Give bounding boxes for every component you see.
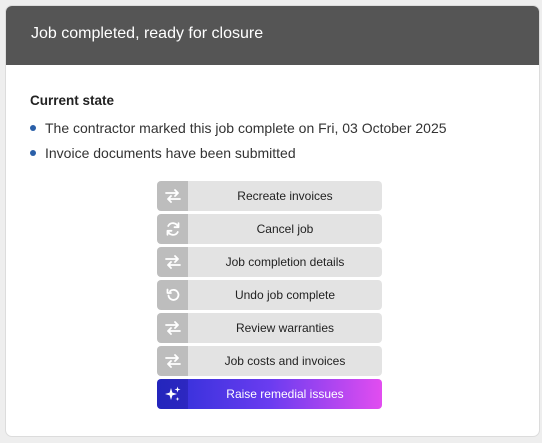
review-warranties-button[interactable]: Review warranties: [157, 313, 382, 343]
list-item: The contractor marked this job complete …: [30, 119, 447, 144]
undo-job-complete-button[interactable]: Undo job complete: [157, 280, 382, 310]
bullet-icon: [30, 150, 36, 156]
sparkle-icon: [157, 379, 188, 409]
refresh-icon: [157, 214, 188, 244]
card-title: Job completed, ready for closure: [31, 25, 264, 42]
list-item-text: The contractor marked this job complete …: [45, 120, 447, 136]
button-label: Raise remedial issues: [226, 387, 344, 401]
button-label: Review warranties: [188, 313, 382, 343]
card-header: Job completed, ready for closure: [6, 6, 539, 65]
cancel-job-button[interactable]: Cancel job: [157, 214, 382, 244]
raise-remedial-issues-button[interactable]: Raise remedial issues: [157, 379, 382, 409]
button-label: Job completion details: [188, 247, 382, 277]
button-label: Job costs and invoices: [188, 346, 382, 376]
list-item-text: Invoice documents have been submitted: [45, 145, 296, 161]
recreate-invoices-button[interactable]: Recreate invoices: [157, 181, 382, 211]
bullet-icon: [30, 125, 36, 131]
button-label: Recreate invoices: [188, 181, 382, 211]
current-state-heading: Current state: [30, 93, 115, 108]
button-label: Undo job complete: [188, 280, 382, 310]
list-item: Invoice documents have been submitted: [30, 144, 447, 169]
swap-arrows-icon: [157, 247, 188, 277]
swap-arrows-icon: [157, 346, 188, 376]
job-status-card: Job completed, ready for closure Current…: [5, 5, 540, 437]
undo-icon: [157, 280, 188, 310]
action-button-list: Recreate invoices Cancel job Job complet…: [157, 181, 382, 412]
swap-arrows-icon: [157, 313, 188, 343]
job-completion-details-button[interactable]: Job completion details: [157, 247, 382, 277]
swap-arrows-icon: [157, 181, 188, 211]
button-label: Cancel job: [188, 214, 382, 244]
current-state-list: The contractor marked this job complete …: [30, 119, 447, 169]
job-costs-and-invoices-button[interactable]: Job costs and invoices: [157, 346, 382, 376]
